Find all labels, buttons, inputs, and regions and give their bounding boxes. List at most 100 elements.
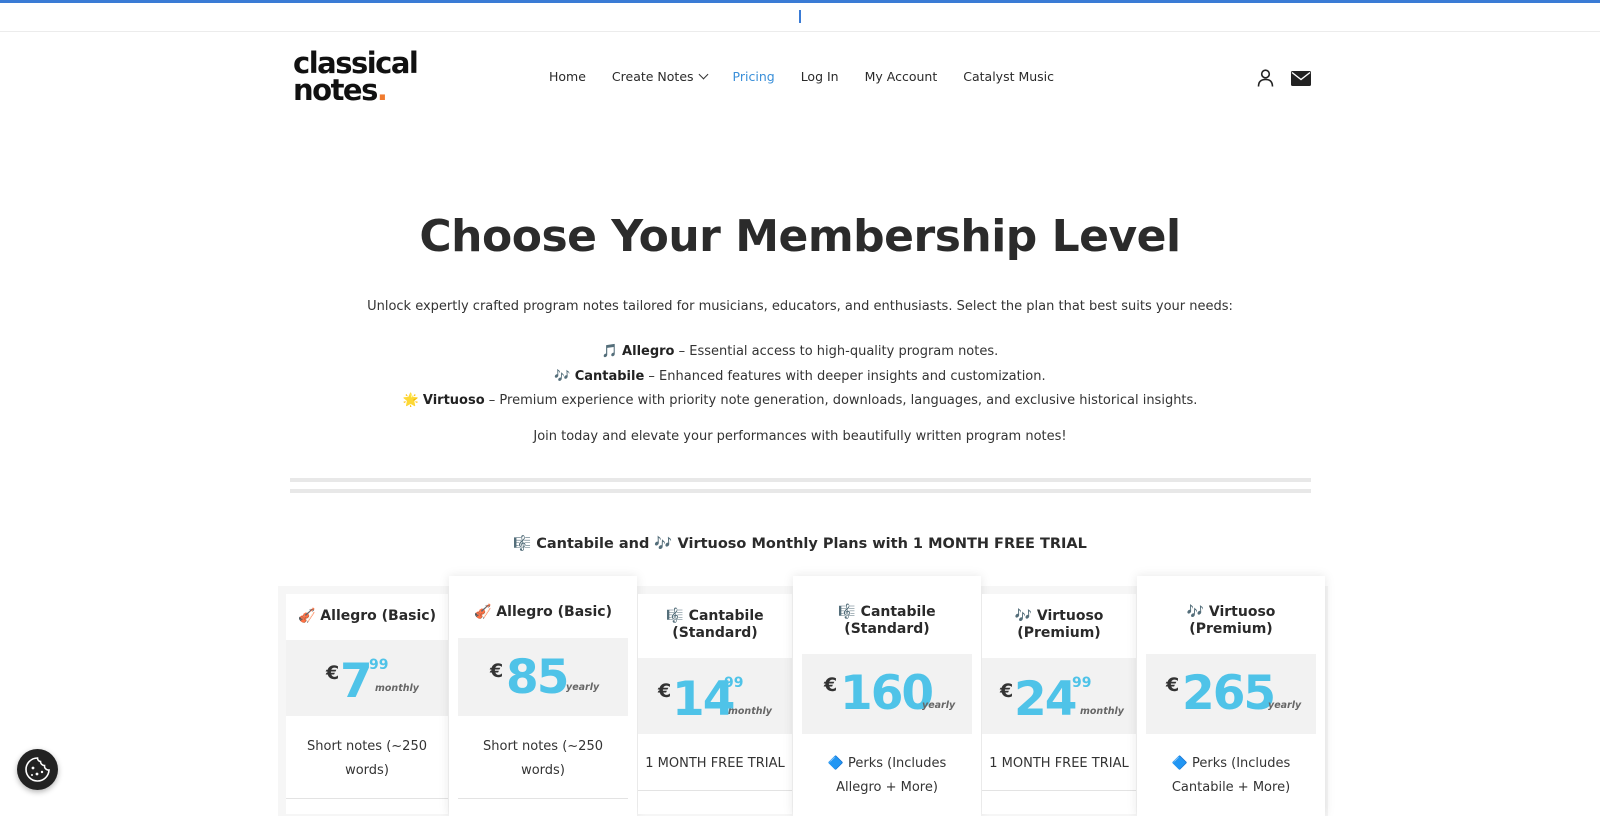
plan-title-line: 🎻 Allegro (Basic) [474,604,612,620]
chevron-down-icon [698,69,708,80]
plan-price: € 24 99 monthly [982,658,1136,734]
plan-feature: Short notes (~250 [307,739,427,754]
plan-title: 🎶 Virtuoso (Premium) [1137,604,1325,638]
plan-price: € 14 99 monthly [638,658,792,734]
nav-create-notes-label: Create Notes [611,69,694,84]
plan-card-allegro-monthly: 🎻 Allegro (Basic) € 7 99 monthly Short n… [286,594,448,814]
logo-dot: . [376,73,388,107]
intro-text: Unlock expertly crafted program notes ta… [367,299,1233,314]
nav-catalyst-music[interactable]: Catalyst Music [963,68,1054,86]
plans-heading: 🎼 Cantabile and 🎶 Virtuoso Monthly Plans… [513,536,1087,552]
price-amount: 160 [840,666,934,721]
price-amount: 265 [1182,666,1276,721]
mail-icon[interactable] [1291,71,1311,86]
plan-title-line: 🎶 Virtuoso [1186,604,1276,620]
plan-card-cantabile-monthly: 🎼 Cantabile (Standard) € 14 99 monthly 1… [638,594,792,814]
page-title: Choose Your Membership Level [419,211,1181,262]
plan-feature: words) [345,763,389,778]
plan-feature: 🔷 Perks (Includes [1171,756,1291,771]
price-amount: 85 [506,650,569,705]
plan-card-virtuoso-monthly: 🎶 Virtuoso (Premium) € 24 99 monthly 1 M… [982,594,1136,814]
plan-title-line: 🎼 Cantabile [838,604,936,620]
header-divider [0,31,1600,32]
price-cents: 99 [1072,675,1092,691]
plan-title-line: 🎻 Allegro (Basic) [298,608,436,624]
plan-feature: 🔷 Perks (Includes [827,756,947,771]
nav-home[interactable]: Home [549,68,586,86]
price-currency: € [658,680,672,702]
tier-summary: 🎵 Allegro – Essential access to high-qua… [0,340,1600,414]
price-amount: 24 [1014,672,1077,727]
price-currency: € [1000,680,1014,702]
tier-line-cantabile: 🎶 Cantabile – Enhanced features with dee… [0,365,1600,390]
cookie-icon [25,757,50,782]
nav-pricing[interactable]: Pricing [733,68,775,86]
price-period: monthly [375,683,419,694]
plan-title: 🎼 Cantabile (Standard) [638,608,792,642]
tier-desc: – Essential access to high-quality progr… [674,344,999,359]
plan-row-divider [982,790,1136,791]
plan-row-divider [286,798,448,799]
plan-feature: 1 MONTH FREE TRIAL [989,756,1129,771]
join-text: Join today and elevate your performances… [533,429,1067,444]
plan-feature: Short notes (~250 [483,739,603,754]
plan-title: 🎼 Cantabile (Standard) [793,604,981,638]
price-cents: 99 [724,675,744,691]
price-currency: € [490,660,504,682]
tier-desc: – Premium experience with priority note … [484,393,1198,408]
plan-row-divider [458,798,628,799]
nav-my-account[interactable]: My Account [865,68,938,86]
plan-row-divider [638,790,792,791]
plan-price: € 85 yearly [458,638,628,716]
plan-title-line: (Standard) [844,621,930,637]
plan-title: 🎻 Allegro (Basic) [449,604,637,621]
plan-feature: 1 MONTH FREE TRIAL [645,756,785,771]
nav-create-notes[interactable]: Create Notes [611,68,708,86]
price-currency: € [326,662,340,684]
plan-title: 🎻 Allegro (Basic) [286,608,448,625]
music-notes-icon: 🎶 [554,368,571,384]
text-cursor [799,10,801,23]
price-amount: 7 [340,654,373,709]
cookie-settings-button[interactable] [17,749,58,790]
price-period: yearly [1268,700,1302,711]
plan-price: € 265 yearly [1146,654,1316,734]
price-currency: € [824,674,838,696]
music-note-icon: 🎵 [601,344,618,359]
plan-title-line: (Premium) [1189,621,1273,637]
section-divider [290,478,1311,482]
price-currency: € [1166,674,1180,696]
plan-title-line: (Standard) [672,625,758,641]
plan-card-allegro-yearly: 🎻 Allegro (Basic) € 85 yearly Short note… [449,576,637,816]
plan-title: 🎶 Virtuoso (Premium) [982,608,1136,642]
tier-line-allegro: 🎵 Allegro – Essential access to high-qua… [0,340,1600,365]
price-period: monthly [728,706,772,717]
plan-feature: Cantabile + More) [1171,780,1291,795]
tier-name: Virtuoso [422,393,485,408]
price-cents: 99 [369,657,389,673]
top-accent-bar [0,0,1600,3]
plan-title-line: (Premium) [1017,625,1101,641]
plan-feature: words) [521,763,565,778]
price-period: yearly [922,700,956,711]
price-period: monthly [1080,706,1124,717]
section-divider [290,489,1311,493]
tier-name: Cantabile [574,368,645,384]
nav-log-in[interactable]: Log In [801,68,839,86]
site-logo[interactable]: classical notes. [293,49,419,107]
plan-title-line: 🎶 Virtuoso [1014,608,1104,624]
plan-feature: Allegro + More) [836,780,938,795]
star-icon: 🌟 [402,393,419,408]
plan-price: € 7 99 monthly [286,640,448,716]
tier-line-virtuoso: 🌟 Virtuoso – Premium experience with pri… [0,389,1600,414]
main-nav: Home Create Notes Pricing Log In My Acco… [549,68,1080,86]
logo-line-2: notes [293,73,378,107]
price-period: yearly [566,682,600,693]
plan-title-line: 🎼 Cantabile [666,608,764,624]
user-icon[interactable] [1257,69,1274,87]
plan-card-cantabile-yearly: 🎼 Cantabile (Standard) € 160 yearly 🔷 Pe… [793,576,981,816]
plan-card-virtuoso-yearly: 🎶 Virtuoso (Premium) € 265 yearly 🔷 Perk… [1137,576,1325,816]
plan-price: € 160 yearly [802,654,972,734]
tier-name: Allegro [622,344,675,359]
tier-desc: – Enhanced features with deeper insights… [644,368,1046,384]
